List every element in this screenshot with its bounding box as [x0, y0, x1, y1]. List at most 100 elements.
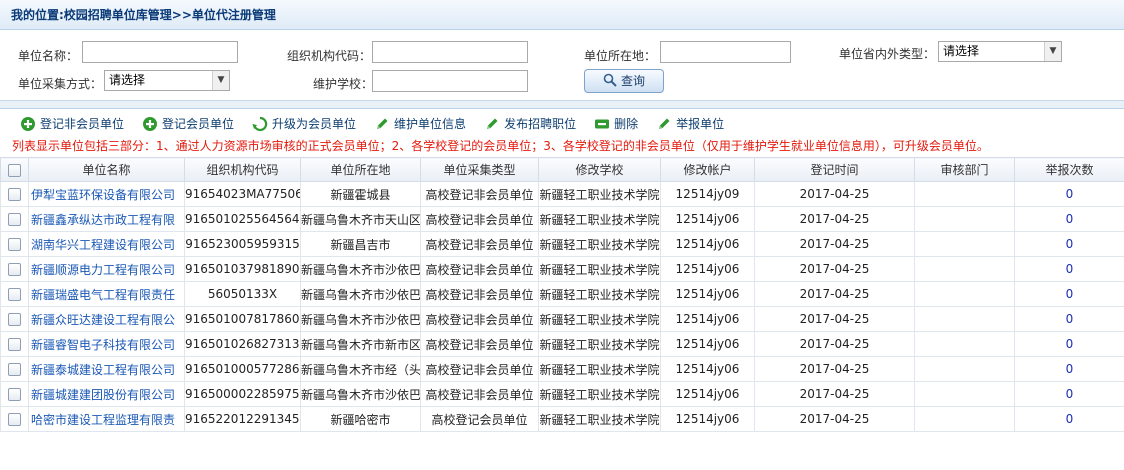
- register-date-cell: 2017-04-25: [754, 306, 915, 332]
- company-name-link[interactable]: 湖南华兴工程建设有限公司: [28, 231, 185, 257]
- collect-type-cell: 高校登记非会员单位: [420, 381, 539, 407]
- audit-dept-cell: [914, 256, 1015, 282]
- col-header: 举报次数: [1014, 157, 1124, 182]
- location-input[interactable]: [660, 41, 791, 63]
- table-row[interactable]: 新疆鑫承纵达市政工程有限 9165010255645644 新疆乌鲁木齐市天山区 高校…: [0, 206, 1124, 232]
- row-checkbox[interactable]: [0, 406, 29, 432]
- company-name-link[interactable]: 伊犁宝蓝环保设备有限公司: [28, 181, 185, 207]
- org-code-cell: 916523005959315: [184, 231, 301, 257]
- org-code-cell: 9165010379818908: [184, 256, 301, 282]
- register-date-cell: 2017-04-25: [754, 181, 915, 207]
- company-name-link[interactable]: 新疆众旺达建设工程有限公: [28, 306, 185, 332]
- row-checkbox[interactable]: [0, 306, 29, 332]
- company-name-input[interactable]: [82, 41, 238, 63]
- location-cell: 新疆乌鲁木齐市沙依巴: [300, 256, 421, 282]
- company-name-link[interactable]: 新疆顺源电力工程有限公司: [28, 256, 185, 282]
- school-label: 维护学校：: [313, 77, 374, 91]
- account-cell: 12514jy06: [660, 256, 755, 282]
- province-type-select[interactable]: 请选择 ▼: [938, 41, 1062, 62]
- register-date-cell: 2017-04-25: [754, 281, 915, 307]
- section-divider: [0, 101, 1124, 109]
- report-count-cell: 0: [1014, 306, 1124, 332]
- select-all-checkbox[interactable]: [0, 157, 29, 182]
- collect-type-cell: 高校登记非会员单位: [420, 231, 539, 257]
- row-checkbox[interactable]: [0, 231, 29, 257]
- school-input[interactable]: [372, 70, 528, 92]
- company-name-link[interactable]: 新疆睿智电子科技有限公司: [28, 331, 185, 357]
- org-code-cell: 9165010255645644: [184, 206, 301, 232]
- upgrade-member-label: 升级为会员单位: [272, 117, 357, 131]
- table-row[interactable]: 新疆泰城建设工程有限公司 9165010005772861 新疆乌鲁木齐市经（头 高校…: [0, 356, 1124, 382]
- audit-dept-cell: [914, 406, 1015, 432]
- report-count-cell: 0: [1014, 356, 1124, 382]
- col-header: 审核部门: [914, 157, 1015, 182]
- company-name-link[interactable]: 新疆鑫承纵达市政工程有限: [28, 206, 185, 232]
- org-code-cell: 9165000022859757: [184, 381, 301, 407]
- table-row[interactable]: 新疆睿智电子科技有限公司 9165010268273131 新疆乌鲁木齐市新市区 高校…: [0, 331, 1124, 357]
- company-name-link[interactable]: 哈密市建设工程监理有限责: [28, 406, 185, 432]
- table-row[interactable]: 湖南华兴工程建设有限公司 916523005959315 新疆昌吉市 高校登记非会员单…: [0, 231, 1124, 257]
- post-job-button[interactable]: 发布招聘职位: [484, 115, 576, 132]
- query-button[interactable]: 查询: [584, 69, 664, 93]
- location-cell: 新疆哈密市: [300, 406, 421, 432]
- register-member-button[interactable]: 登记会员单位: [142, 115, 234, 132]
- col-header: 修改学校: [538, 157, 661, 182]
- register-member-label: 登记会员单位: [162, 117, 235, 131]
- row-checkbox[interactable]: [0, 206, 29, 232]
- row-checkbox[interactable]: [0, 181, 29, 207]
- report-company-label: 举报单位: [676, 117, 725, 131]
- register-nonmember-label: 登记非会员单位: [40, 117, 125, 131]
- table-row[interactable]: 新疆顺源电力工程有限公司 9165010379818908 新疆乌鲁木齐市沙依巴 高校…: [0, 256, 1124, 282]
- audit-dept-cell: [914, 206, 1015, 232]
- account-cell: 12514jy06: [660, 281, 755, 307]
- row-checkbox[interactable]: [0, 331, 29, 357]
- delete-button[interactable]: 删除: [594, 115, 638, 132]
- checkbox-icon: [8, 213, 21, 226]
- checkbox-icon: [8, 363, 21, 376]
- plus-green-icon: [21, 116, 35, 131]
- post-job-label: 发布招聘职位: [504, 117, 577, 131]
- org-code-input[interactable]: [372, 41, 528, 63]
- report-company-button[interactable]: 举报单位: [656, 115, 724, 132]
- row-checkbox[interactable]: [0, 381, 29, 407]
- audit-dept-cell: [914, 381, 1015, 407]
- company-name-link[interactable]: 新疆瑞盛电气工程有限责任: [28, 281, 185, 307]
- row-checkbox[interactable]: [0, 256, 29, 282]
- collect-method-label: 单位采集方式：: [18, 77, 103, 91]
- delete-label: 删除: [614, 117, 639, 131]
- register-date-cell: 2017-04-25: [754, 381, 915, 407]
- org-code-cell: 9165010005772861: [184, 356, 301, 382]
- location-cell: 新疆乌鲁木齐市新市区: [300, 331, 421, 357]
- location-cell: 新疆昌吉市: [300, 231, 421, 257]
- query-button-label: 查询: [620, 74, 645, 88]
- location-cell: 新疆霍城县: [300, 181, 421, 207]
- breadcrumb: 我的位置:校园招聘单位库管理>>单位代注册管理: [0, 0, 1124, 30]
- table-row[interactable]: 新疆城建建团股份有限公司 9165000022859757 新疆乌鲁木齐市沙依巴 高校…: [0, 381, 1124, 407]
- table-row[interactable]: 新疆瑞盛电气工程有限责任 56050133X 新疆乌鲁木齐市沙依巴 高校登记非会员单位…: [0, 281, 1124, 307]
- col-header: 组织机构代码: [184, 157, 301, 182]
- edit-company-button[interactable]: 维护单位信息: [374, 115, 466, 132]
- register-nonmember-button[interactable]: 登记非会员单位: [20, 115, 124, 132]
- collect-method-select[interactable]: 请选择 ▼: [104, 70, 230, 91]
- table-row[interactable]: 伊犁宝蓝环保设备有限公司 91654023MA77506 新疆霍城县 高校登记非会员单…: [0, 181, 1124, 207]
- table-row[interactable]: 哈密市建设工程监理有限责 9165220122913455 新疆哈密市 高校登记会员单…: [0, 406, 1124, 432]
- upgrade-member-button[interactable]: 升级为会员单位: [252, 115, 356, 132]
- school-cell: 新疆轻工职业技术学院: [538, 231, 661, 257]
- col-header: 登记时间: [754, 157, 915, 182]
- row-checkbox[interactable]: [0, 356, 29, 382]
- company-name-link[interactable]: 新疆城建建团股份有限公司: [28, 381, 185, 407]
- checkbox-icon: [8, 163, 21, 177]
- collect-type-cell: 高校登记非会员单位: [420, 331, 539, 357]
- register-date-cell: 2017-04-25: [754, 331, 915, 357]
- company-name-link[interactable]: 新疆泰城建设工程有限公司: [28, 356, 185, 382]
- school-cell: 新疆轻工职业技术学院: [538, 206, 661, 232]
- school-cell: 新疆轻工职业技术学院: [538, 331, 661, 357]
- school-cell: 新疆轻工职业技术学院: [538, 306, 661, 332]
- school-cell: 新疆轻工职业技术学院: [538, 356, 661, 382]
- row-checkbox[interactable]: [0, 281, 29, 307]
- report-count-cell: 0: [1014, 206, 1124, 232]
- col-header: 修改帐户: [660, 157, 755, 182]
- table-row[interactable]: 新疆众旺达建设工程有限公 9165010078178607 新疆乌鲁木齐市沙依巴 高校…: [0, 306, 1124, 332]
- account-cell: 12514jy06: [660, 231, 755, 257]
- pencil-green-icon: [487, 118, 498, 129]
